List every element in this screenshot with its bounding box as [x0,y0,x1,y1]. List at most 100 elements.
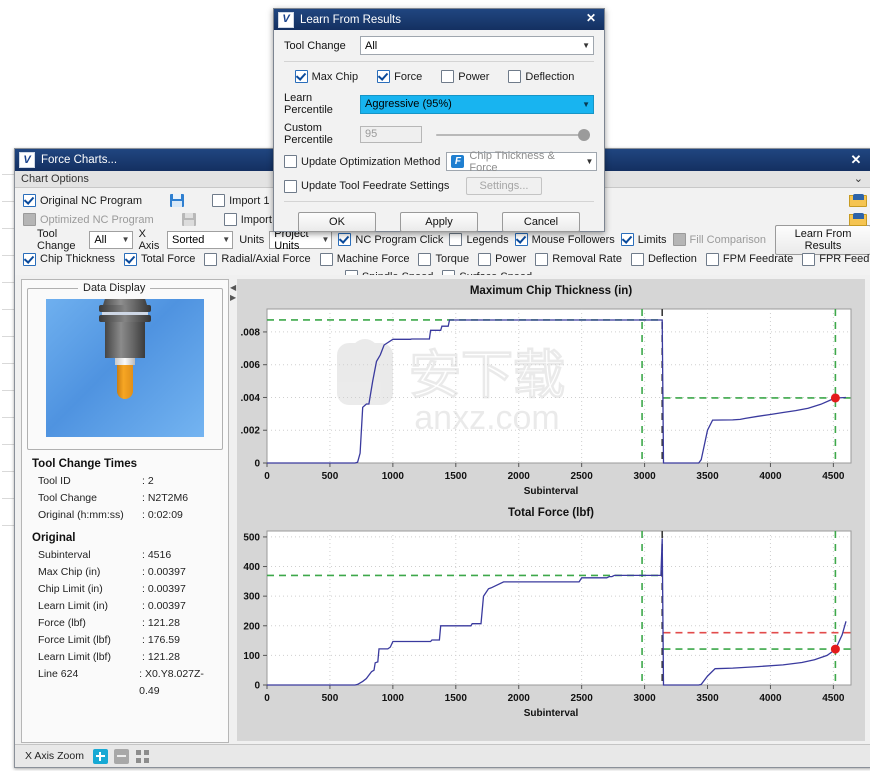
checkbox-learn-force[interactable]: Force [377,70,422,83]
checkbox-chip-thickness[interactable]: Chip Thickness [23,252,115,266]
info-row: Line 624: X0.Y8.027Z-0.49 [32,666,222,700]
checkbox-label: Power [458,70,490,83]
selectors-row: Tool Change All ▼ X Axis Sorted ▼ Units … [15,224,870,255]
zoom-in-icon[interactable] [92,748,108,764]
checkbox-nc-program-click[interactable]: NC Program Click [338,233,443,246]
custom-percentile-input[interactable]: 95 [360,125,422,143]
checkbox-box [478,252,492,266]
zoom-fit-icon[interactable] [135,749,150,764]
plot-wrapper[interactable]: 0 500 1000 1500 2000 2500 3000 3500 4000 4500 0 100… [237,523,865,719]
checkbox-fpm-feedrate[interactable]: FPM Feedrate [705,252,793,266]
update-optimization-method-row: Update Optimization Method F Chip Thickn… [284,149,598,174]
optimization-method-value: Chip Thickness & Force [469,149,555,174]
learn-percentile-select[interactable]: Aggressive (95%) ▼ [360,94,594,114]
checkbox-update-optimization-method[interactable]: Update Optimization Method [284,155,440,168]
svg-text:0: 0 [254,459,260,470]
custom-percentile-slider[interactable] [436,127,590,142]
svg-text:3000: 3000 [633,471,656,482]
checkbox-import-1[interactable]: Import 1 [212,194,269,207]
save-original-icon[interactable] [170,194,185,207]
zoom-out-icon[interactable] [113,748,129,764]
learn-percentile-label: Learn Percentile [284,92,333,116]
info-row: Learn Limit (in): 0.00397 [32,598,222,615]
plot-svg-chip-thickness[interactable]: 安下载anxz.com0 500 1000 1500 2000 2500 3000 3500 4… [237,301,865,497]
checkbox-label: NC Program Click [355,233,444,246]
info-value: : 176.59 [142,634,180,646]
tool-change-label: Tool Change [37,227,76,252]
svg-text:4500: 4500 [822,693,845,704]
checkbox-legends[interactable]: Legends [449,233,509,246]
close-icon[interactable]: ✕ [847,151,865,169]
folder-open-icon-import-2[interactable] [849,213,867,226]
vericut-logo-icon: V [19,152,35,168]
chart-title: Total Force (lbf) [507,507,595,519]
info-key: Original (h:mm:ss) [38,509,124,521]
original-rows: Subinterval: 4516 Max Chip (in): 0.00397 C… [32,547,222,700]
close-icon[interactable]: ✕ [586,11,596,25]
checkbox-removal-rate[interactable]: Removal Rate [535,252,622,266]
original-heading: Original [32,532,76,544]
checkbox-deflection[interactable]: Deflection [630,252,697,266]
units-label: Units [239,233,265,246]
learn-from-results-button[interactable]: Learn From Results [775,224,870,255]
chart-series-checkbox-row: Chip Thickness Total Force Radial/Axial Fo… [15,250,870,268]
checkbox-box [377,70,391,83]
vericut-logo-icon: V [278,11,294,28]
checkbox-fpr-feedrate[interactable]: FPR Feedrate [802,252,870,266]
checkbox-torque[interactable]: Torque [418,252,469,266]
checkbox-power[interactable]: Power [478,252,527,266]
checkbox-box [802,252,816,266]
checkbox-label: Limits [637,233,667,246]
checkbox-total-force[interactable]: Total Force [124,252,195,266]
checkbox-limits[interactable]: Limits [620,233,667,246]
chevron-down-icon: ▼ [321,235,330,244]
checkbox-label: Import 1 [229,194,270,207]
checkbox-radial-axial-force[interactable]: Radial/Axial Force [204,252,311,266]
checkbox-label: Power [495,253,527,265]
checkbox-original-nc-program[interactable]: Original NC Program [23,194,142,207]
info-row: Learn Limit (lbf): 121.28 [32,649,222,666]
ok-button[interactable]: OK [298,212,376,232]
checkbox-optimized-nc-program[interactable]: Optimized NC Program [23,213,154,226]
checkbox-box [620,233,634,246]
info-row: Max Chip (in): 0.00397 [32,564,222,581]
tool-change-select[interactable]: All ▼ [89,230,133,249]
x-axis-value: Sorted [171,233,205,246]
checkbox-box [508,70,522,83]
checkbox-update-tool-feedrate-settings[interactable]: Update Tool Feedrate Settings [284,179,460,193]
checkbox-machine-force[interactable]: Machine Force [319,252,409,266]
learn-dialog-body: Tool Change All ▼ Max Chip Force Power Defl… [274,30,604,232]
chevron-down-icon: ▼ [121,235,130,244]
checkbox-mouse-followers[interactable]: Mouse Followers [514,233,615,246]
learn-tool-change-select[interactable]: All ▼ [360,36,594,55]
pane-splitter[interactable]: ◀ ▶ [229,279,237,741]
custom-percentile-row: Custom Percentile 95 [284,122,594,146]
units-select[interactable]: Project Units ▼ [269,228,333,252]
info-value: : 121.28 [142,617,180,629]
checkbox-box [23,194,36,207]
data-display-pane: Data Display Tool Change Times Tool ID:… [21,279,229,743]
cancel-button[interactable]: Cancel [502,212,580,232]
plot-svg-total-force[interactable]: 0 500 1000 1500 2000 2500 3000 3500 4000 4500 0 100… [237,523,865,719]
svg-text:2500: 2500 [571,693,594,704]
learn-dialog-title: Learn From Results [300,13,401,26]
svg-text:2500: 2500 [571,471,594,482]
divider [284,61,594,62]
apply-button[interactable]: Apply [400,212,478,232]
info-value: : 0.00397 [142,600,186,612]
checkbox-learn-deflection[interactable]: Deflection [508,70,574,83]
slider-handle[interactable] [578,128,590,141]
checkbox-learn-max-chip[interactable]: Max Chip [294,70,358,83]
x-axis-select[interactable]: Sorted ▼ [166,230,234,249]
plot-wrapper[interactable]: 安下载 anxz.com 0 500 1000 1500 2000 2500 3000 3500 4… [237,301,865,497]
tool-change-times-rows: Tool ID: 2 Tool Change: N2T2M6 Original (h… [32,473,222,524]
checkbox-learn-power[interactable]: Power [441,70,489,83]
info-value: : 0.00397 [142,583,186,595]
chevron-down-icon[interactable]: ⌄ [854,172,863,185]
holder-flange-top [99,305,151,312]
info-key: Learn Limit (lbf) [38,651,111,663]
checkbox-box [124,252,137,266]
checkbox-label: FPR Feedrate [819,253,870,265]
svg-text:4000: 4000 [759,693,782,704]
folder-open-icon-import-1[interactable] [849,194,867,207]
